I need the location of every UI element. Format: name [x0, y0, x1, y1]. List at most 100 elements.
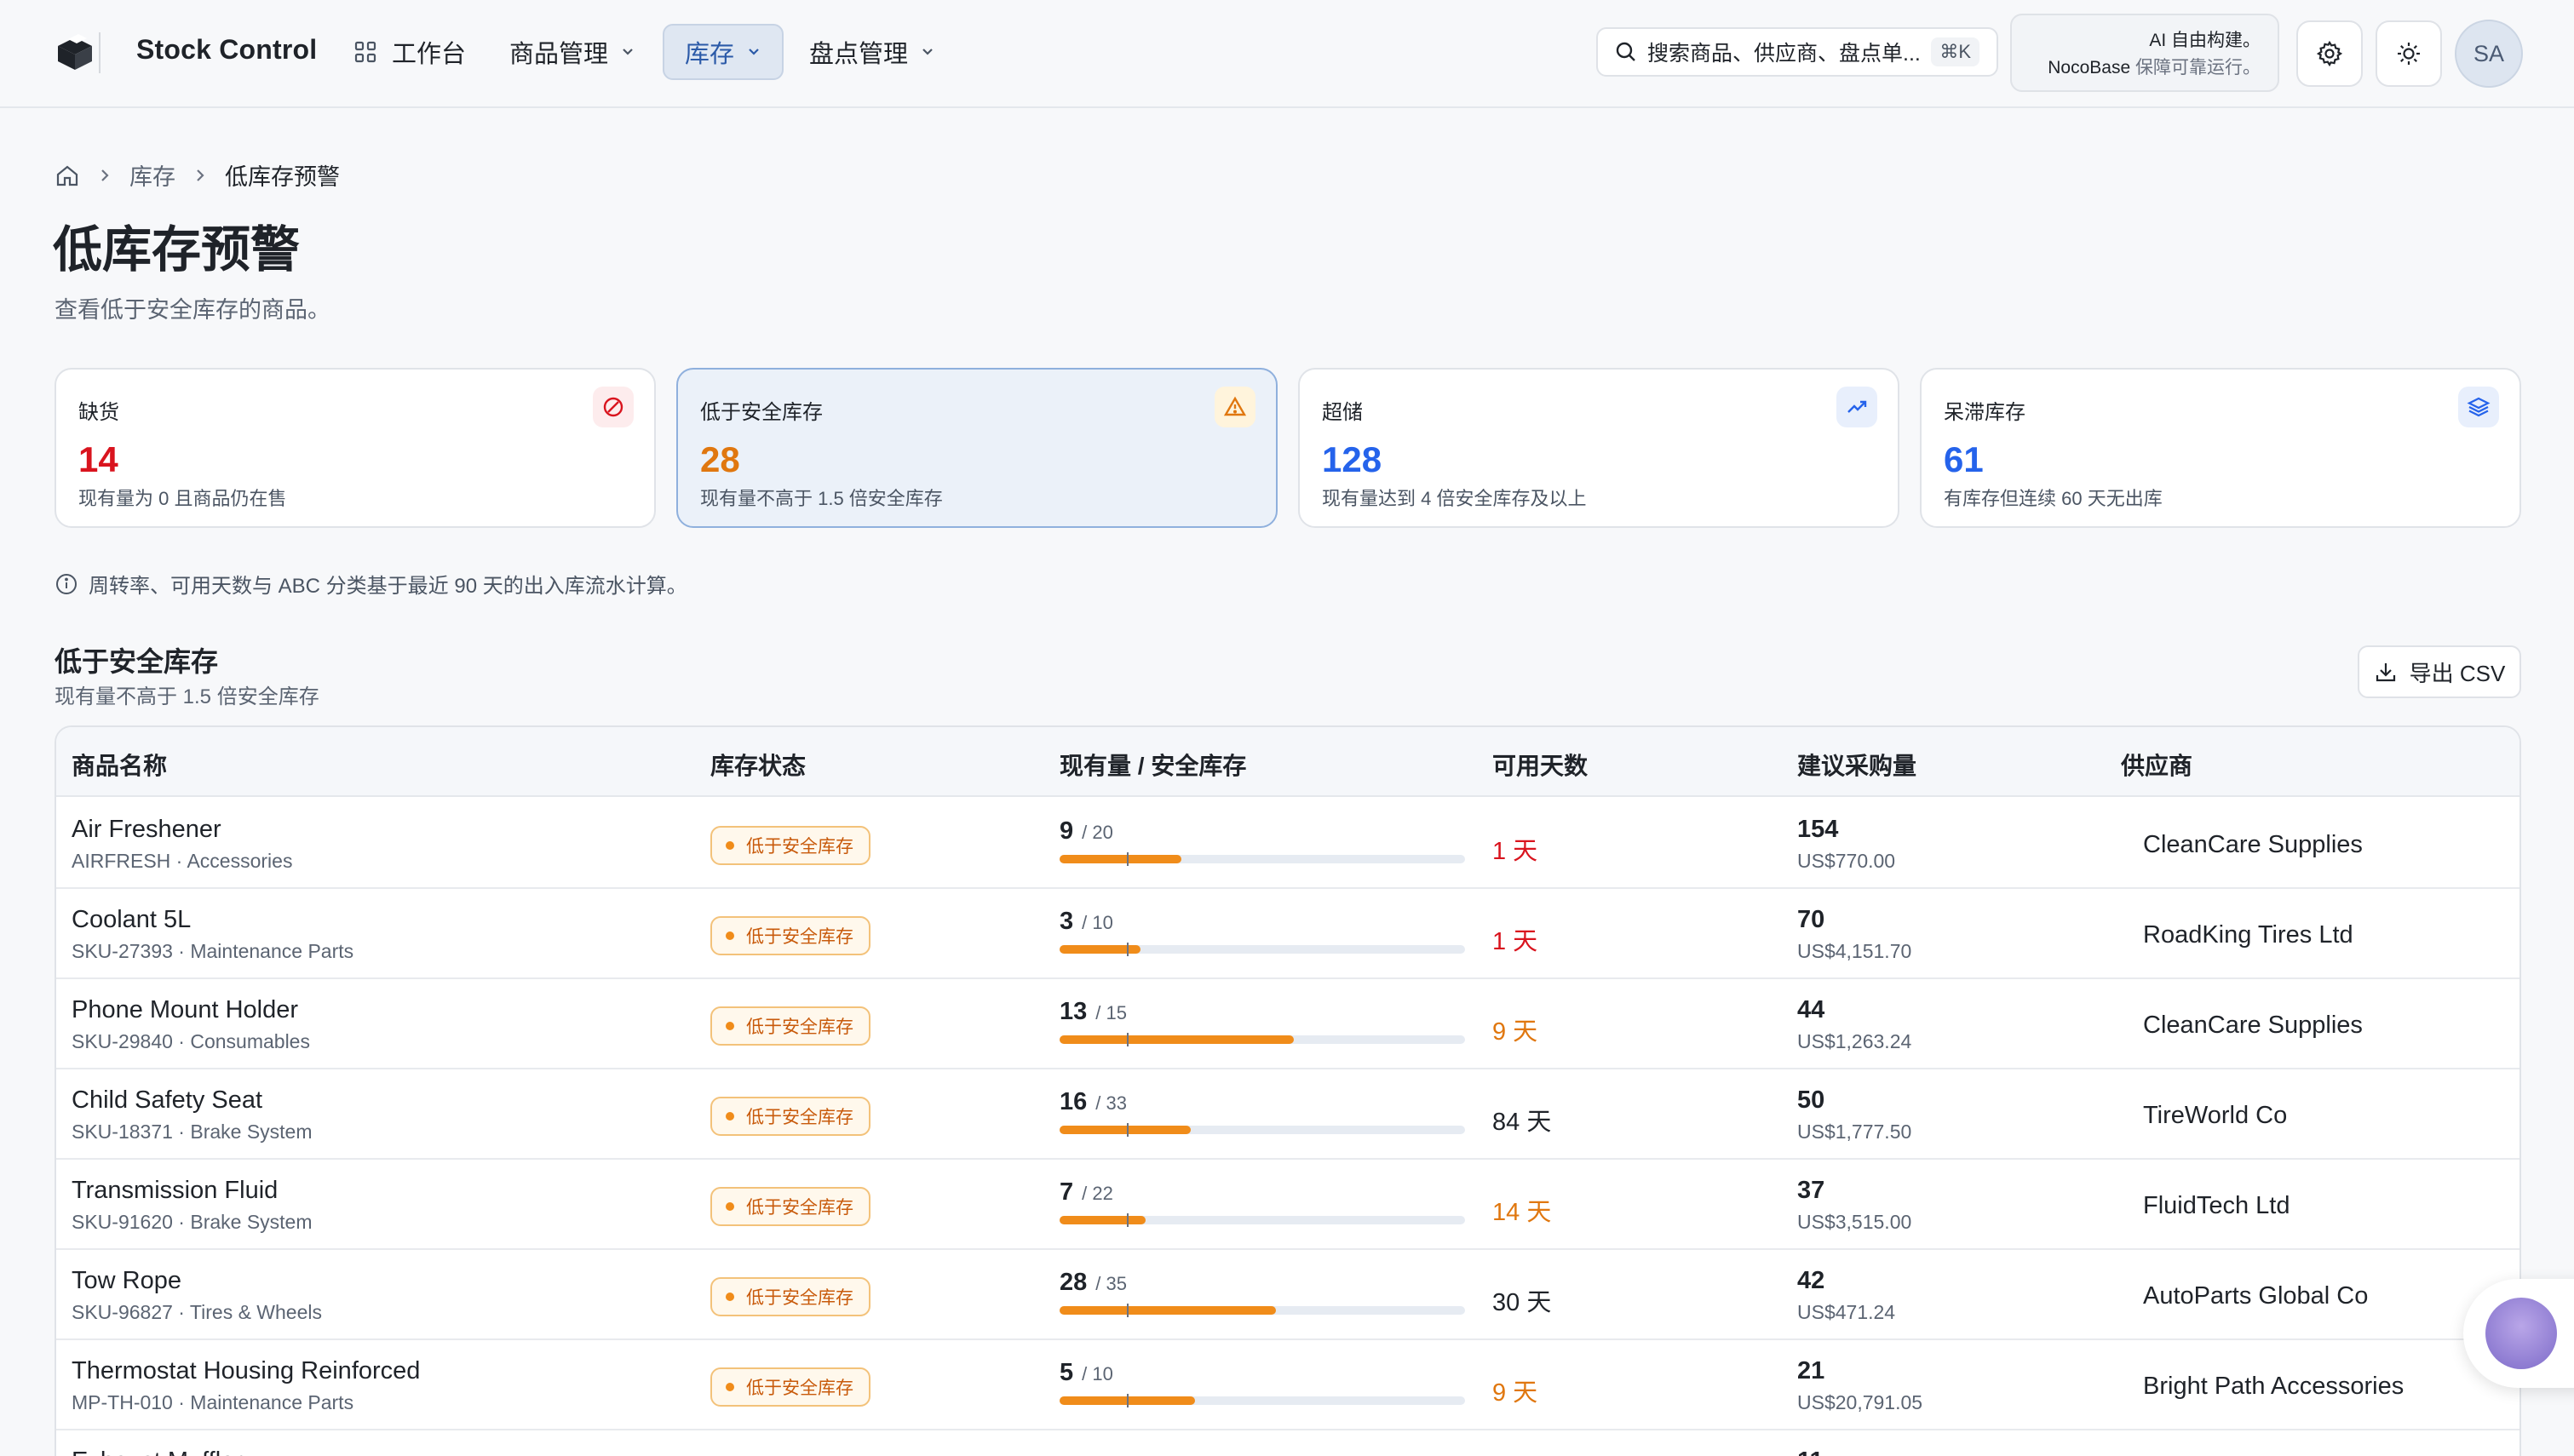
stat-desc: 现有量不高于 1.5 倍安全库存: [700, 488, 943, 509]
product-name[interactable]: Child Safety Seat: [72, 1086, 262, 1115]
quantity-readout: 28 / 35: [1060, 1269, 1127, 1297]
home-icon[interactable]: [55, 163, 80, 188]
status-badge: 低于安全库存: [710, 1006, 870, 1046]
column-header-quantity[interactable]: 现有量 / 安全库存: [1060, 748, 1246, 782]
table-row[interactable]: Transmission Fluid SKU-91620 · Brake Syst…: [56, 1160, 2519, 1250]
status-badge: 低于安全库存: [710, 916, 870, 955]
breadcrumb-parent[interactable]: 库存: [129, 158, 175, 192]
table-row[interactable]: Air Freshener AIRFRESH · Accessories 低于安全库…: [56, 799, 2519, 889]
stat-desc: 现有量为 0 且商品仍在售: [78, 488, 287, 509]
theme-toggle-button[interactable]: [2376, 20, 2442, 87]
available-days: 1 天: [1492, 928, 1538, 955]
product-name[interactable]: Air Freshener: [72, 816, 221, 844]
product-name[interactable]: Exhaust Muffler: [72, 1447, 243, 1456]
on-hand-qty: 9: [1060, 817, 1074, 845]
suggested-qty: 21: [1797, 1357, 1825, 1384]
supplier-name[interactable]: AutoParts Global Co: [2143, 1282, 2368, 1310]
nav-inventory[interactable]: 库存: [663, 24, 784, 80]
top-header: Stock Control 工作台 商品管理 库存 盘点管理 搜索商品、供应商、…: [0, 0, 2574, 108]
chevron-right-icon: [197, 169, 204, 181]
table-row[interactable]: Child Safety Seat SKU-18371 · Brake Syste…: [56, 1069, 2519, 1160]
status-badge-label: 低于安全库存: [746, 1017, 853, 1037]
table-row[interactable]: Coolant 5L SKU-27393 · Maintenance Parts 低…: [56, 889, 2519, 979]
quantity-readout: 16 / 33: [1060, 1088, 1127, 1116]
on-hand-qty: 13: [1060, 998, 1088, 1025]
nocobase-promo[interactable]: AI 自由构建。 NocoBase 保障可靠运行。: [2010, 14, 2279, 92]
supplier-name[interactable]: FluidTech Ltd: [2143, 1192, 2290, 1220]
breadcrumb: 库存 低库存预警: [55, 158, 340, 192]
stat-card-out-of-stock[interactable]: 缺货 14 现有量为 0 且商品仍在售: [55, 368, 656, 528]
stat-card-overstock[interactable]: 超储 128 现有量达到 4 倍安全库存及以上: [1298, 368, 1899, 528]
stat-card-below-safety[interactable]: 低于安全库存 28 现有量不高于 1.5 倍安全库存: [676, 368, 1278, 528]
product-sku: SKU-18371 · Brake System: [72, 1121, 313, 1143]
column-header-days[interactable]: 可用天数: [1492, 748, 1588, 782]
section-subtitle: 现有量不高于 1.5 倍安全库存: [55, 685, 319, 708]
status-dot: [726, 931, 734, 940]
stat-label: 呆滞库存: [1944, 401, 2025, 424]
assistant-avatar-icon: [2485, 1298, 2557, 1369]
page-title: 低库存预警: [53, 222, 301, 278]
stat-card-stagnant[interactable]: 呆滞库存 61 有库存但连续 60 天无出库: [1920, 368, 2521, 528]
quantity-readout: 5 / 10: [1060, 1359, 1113, 1387]
suggested-amount: US$770.00: [1797, 850, 1896, 872]
supplier-name[interactable]: RoadKing Tires Ltd: [2143, 921, 2353, 949]
nav-workbench-label: 工作台: [392, 41, 467, 68]
brand-name[interactable]: Stock Control: [136, 34, 317, 66]
suggested-amount: US$3,515.00: [1797, 1211, 1912, 1233]
product-sku: SKU-27393 · Maintenance Parts: [72, 940, 354, 962]
product-sku: MP-TH-010 · Maintenance Parts: [72, 1391, 354, 1413]
stat-value: 28: [700, 439, 740, 479]
column-header-suggest[interactable]: 建议采购量: [1797, 748, 1916, 782]
supplier-name[interactable]: CleanCare Supplies: [2143, 831, 2363, 859]
nav-products[interactable]: 商品管理: [489, 24, 656, 80]
product-name[interactable]: Transmission Fluid: [72, 1177, 278, 1205]
safety-qty: / 10: [1082, 1363, 1113, 1384]
promo-brand: NocoBase: [2048, 58, 2131, 77]
chevron-right-icon: [101, 169, 109, 181]
status-badge: 低于安全库存: [710, 1187, 870, 1226]
stat-value: 14: [78, 439, 118, 479]
sun-icon: [2398, 43, 2420, 65]
nav-workbench[interactable]: 工作台: [334, 24, 486, 80]
safety-marker: [1127, 1033, 1129, 1046]
available-days: 30 天: [1492, 1289, 1552, 1316]
stock-logo-icon[interactable]: [53, 29, 102, 75]
export-csv-button[interactable]: 导出 CSV: [2358, 645, 2521, 698]
product-sku: SKU-91620 · Brake System: [72, 1211, 313, 1233]
nav-stocktake[interactable]: 盘点管理: [789, 24, 956, 80]
column-header-product[interactable]: 商品名称: [72, 748, 167, 782]
user-avatar[interactable]: SA: [2455, 20, 2523, 88]
safety-qty: / 35: [1095, 1273, 1127, 1294]
column-header-supplier[interactable]: 供应商: [2121, 748, 2192, 782]
product-name[interactable]: Phone Mount Holder: [72, 996, 298, 1024]
supplier-name[interactable]: CleanCare Supplies: [2143, 1012, 2363, 1040]
table-row[interactable]: Tow Rope SKU-96827 · Tires & Wheels 低于安全库存…: [56, 1250, 2519, 1340]
status-dot: [726, 1383, 734, 1391]
suggested-amount: US$471.24: [1797, 1301, 1896, 1323]
status-dot: [726, 1202, 734, 1211]
page-subtitle: 查看低于安全库存的商品。: [55, 297, 330, 323]
gear-icon: [2316, 40, 2343, 67]
table-row[interactable]: Thermostat Housing Reinforced MP-TH-010 ·…: [56, 1340, 2519, 1430]
warning-icon: [1215, 387, 1255, 427]
suggested-qty: 154: [1797, 816, 1839, 843]
layers-icon: [2458, 387, 2499, 427]
status-badge: 低于安全库存: [710, 1277, 870, 1316]
ai-assistant-launcher[interactable]: [2463, 1279, 2574, 1388]
table-row[interactable]: Phone Mount Holder SKU-29840 · Consumable…: [56, 979, 2519, 1069]
stock-level-fill: [1060, 1035, 1295, 1044]
supplier-name[interactable]: Bright Path Accessories: [2143, 1373, 2404, 1401]
settings-button[interactable]: [2296, 20, 2363, 87]
column-header-status[interactable]: 库存状态: [710, 748, 806, 782]
supplier-name[interactable]: TireWorld Co: [2143, 1102, 2287, 1130]
product-name[interactable]: Tow Rope: [72, 1267, 181, 1295]
table-row[interactable]: Exhaust Muffler低于安全库存11: [56, 1430, 2519, 1456]
available-days: 9 天: [1492, 1018, 1538, 1046]
safety-marker: [1127, 1304, 1129, 1317]
product-name[interactable]: Coolant 5L: [72, 906, 191, 934]
stat-desc: 有库存但连续 60 天无出库: [1944, 488, 2163, 509]
chevron-down-icon: [749, 49, 759, 55]
product-name[interactable]: Thermostat Housing Reinforced: [72, 1357, 420, 1385]
global-search[interactable]: 搜索商品、供应商、盘点单... ⌘K: [1596, 27, 1998, 77]
calc-note: 周转率、可用天数与 ABC 分类基于最近 90 天的出入库流水计算。: [55, 569, 687, 599]
